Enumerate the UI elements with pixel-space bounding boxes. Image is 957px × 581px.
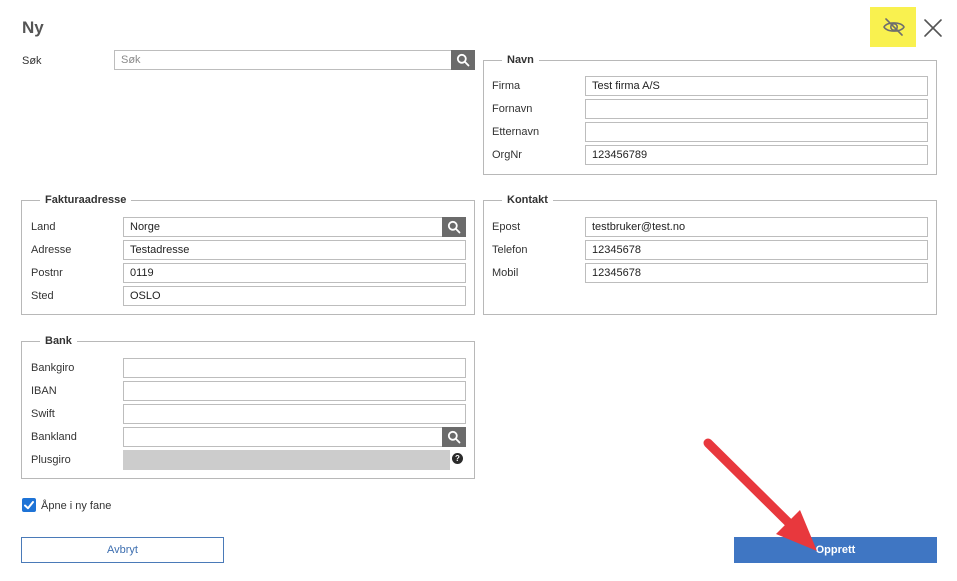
firma-label: Firma — [492, 80, 521, 92]
orgnr-field[interactable] — [585, 145, 928, 165]
bank-legend: Bank — [40, 335, 77, 347]
bankgiro-field[interactable] — [123, 358, 466, 378]
orgnr-label: OrgNr — [492, 149, 522, 161]
kontakt-legend: Kontakt — [502, 194, 553, 206]
adresse-field[interactable] — [123, 240, 466, 260]
search-icon — [447, 220, 461, 234]
epost-label: Epost — [492, 221, 521, 233]
help-icon[interactable]: ? — [452, 453, 463, 464]
mobil-field[interactable] — [585, 263, 928, 283]
etternavn-field[interactable] — [585, 122, 928, 142]
adresse-label: Adresse — [31, 244, 72, 256]
search-label: Søk — [22, 55, 42, 67]
epost-field[interactable] — [585, 217, 928, 237]
open-new-tab-label: Åpne i ny fane — [41, 500, 112, 512]
fornavn-field[interactable] — [585, 99, 928, 119]
bankland-search-button[interactable] — [442, 427, 466, 447]
iban-field[interactable] — [123, 381, 466, 401]
land-label: Land — [31, 221, 56, 233]
eye-slash-icon[interactable] — [882, 15, 906, 39]
telefon-field[interactable] — [585, 240, 928, 260]
close-icon[interactable] — [921, 16, 945, 40]
create-button[interactable]: Opprett — [734, 537, 937, 563]
search-input[interactable] — [114, 50, 452, 70]
postnr-label: Postnr — [31, 267, 63, 279]
telefon-label: Telefon — [492, 244, 528, 256]
bankland-label: Bankland — [31, 431, 77, 443]
navn-legend: Navn — [502, 54, 539, 66]
swift-field[interactable] — [123, 404, 466, 424]
mobil-label: Mobil — [492, 267, 519, 279]
iban-label: IBAN — [31, 385, 57, 397]
open-new-tab-checkbox[interactable] — [22, 498, 36, 512]
etternavn-label: Etternavn — [492, 126, 540, 138]
search-icon — [447, 430, 461, 444]
search-button[interactable] — [451, 50, 475, 70]
land-field[interactable] — [123, 217, 443, 237]
fornavn-label: Fornavn — [492, 103, 533, 115]
cancel-button[interactable]: Avbryt — [21, 537, 224, 563]
land-search-button[interactable] — [442, 217, 466, 237]
dialog-title: Ny — [22, 18, 44, 37]
firma-field[interactable] — [585, 76, 928, 96]
fakturaadresse-legend: Fakturaadresse — [40, 194, 132, 206]
plusgiro-field — [123, 450, 450, 470]
bankgiro-label: Bankgiro — [31, 362, 75, 374]
search-icon — [456, 53, 470, 67]
sted-label: Sted — [31, 290, 54, 302]
sted-field[interactable] — [123, 286, 466, 306]
checkmark-icon — [24, 501, 34, 510]
swift-label: Swift — [31, 408, 55, 420]
postnr-field[interactable] — [123, 263, 466, 283]
plusgiro-label: Plusgiro — [31, 454, 71, 466]
bankland-field[interactable] — [123, 427, 443, 447]
